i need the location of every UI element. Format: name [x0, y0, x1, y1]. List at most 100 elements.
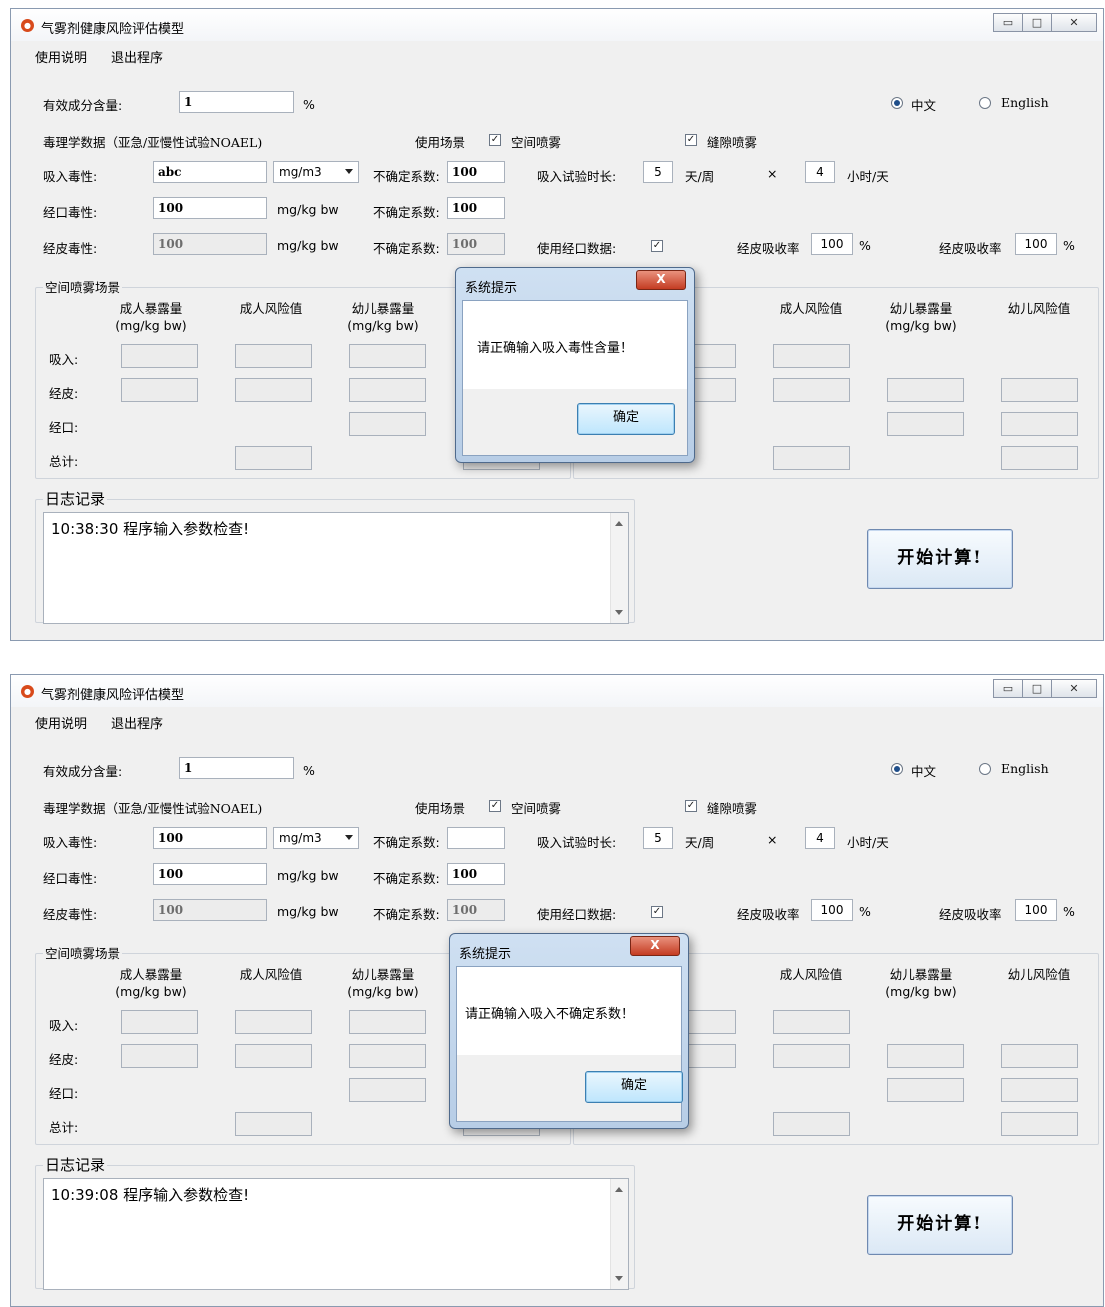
- log-textarea[interactable]: 10:39:08 程序输入参数检查!: [43, 1178, 629, 1290]
- oral-tox-label: 经口毒性:: [43, 871, 98, 886]
- space-spray-checkbox[interactable]: ✓: [489, 134, 501, 146]
- use-oral-checkbox[interactable]: ✓: [651, 240, 663, 252]
- minimize-button[interactable]: ▭: [993, 679, 1023, 698]
- dermal-uf-input[interactable]: 100: [447, 233, 505, 255]
- dermal-uf-input[interactable]: 100: [447, 899, 505, 921]
- result-cell: [1001, 446, 1078, 470]
- lang-cn-label: 中文: [911, 98, 937, 113]
- space-spray-group-title: 空间喷雾场景: [43, 277, 123, 296]
- absorb-label-1: 经皮吸收率: [737, 907, 800, 922]
- result-cell: [235, 446, 312, 470]
- result-cell: [349, 378, 426, 402]
- scroll-up-icon[interactable]: [615, 521, 623, 526]
- menu-help[interactable]: 使用说明: [35, 713, 87, 732]
- duration-label: 吸入试验时长:: [537, 169, 617, 184]
- menu-help[interactable]: 使用说明: [35, 47, 87, 66]
- inhal-uf-label: 不确定系数:: [373, 169, 440, 184]
- use-oral-checkbox[interactable]: ✓: [651, 906, 663, 918]
- dermal-tox-input[interactable]: 100: [153, 233, 267, 255]
- col-child-exposure-2: 幼儿暴露量 (mg/kg bw): [879, 966, 963, 1000]
- lang-cn-radio[interactable]: [891, 97, 903, 109]
- result-cell: [887, 1078, 964, 1102]
- absorb-input-1[interactable]: 100: [811, 899, 853, 921]
- chevron-down-icon: [345, 169, 353, 174]
- col-child-exposure-title: 幼儿暴露量: [351, 301, 415, 316]
- lang-en-radio[interactable]: [979, 763, 991, 775]
- maximize-button[interactable]: □: [1022, 679, 1052, 698]
- result-cell: [349, 1078, 426, 1102]
- dialog-ok-button[interactable]: 确定: [577, 403, 675, 435]
- inhal-uf-input[interactable]: 100: [447, 161, 505, 183]
- crack-spray-checkbox[interactable]: ✓: [685, 134, 697, 146]
- dermal-uf-label: 不确定系数:: [373, 907, 440, 922]
- lang-en-label: English: [1001, 761, 1049, 776]
- inhal-uf-input[interactable]: [447, 827, 505, 849]
- oral-uf-label: 不确定系数:: [373, 871, 440, 886]
- col-adult-exposure-unit: (mg/kg bw): [115, 318, 187, 333]
- result-cell: [235, 1010, 312, 1034]
- log-title: 日志记录: [43, 488, 108, 509]
- hours-input[interactable]: 4: [805, 161, 835, 183]
- dermal-tox-input[interactable]: 100: [153, 899, 267, 921]
- inhal-unit-select[interactable]: mg/m3: [273, 161, 359, 183]
- menu-exit[interactable]: 退出程序: [111, 47, 163, 66]
- inhal-tox-input[interactable]: abc: [153, 161, 267, 183]
- result-cell: [773, 1044, 850, 1068]
- inhal-tox-input[interactable]: 100: [153, 827, 267, 849]
- close-window-button[interactable]: ✕: [1051, 13, 1097, 32]
- menu-bar: 使用说明 退出程序: [11, 709, 1103, 733]
- days-input[interactable]: 5: [643, 827, 673, 849]
- oral-uf-input[interactable]: 100: [447, 197, 505, 219]
- scene-label: 使用场景: [415, 801, 466, 816]
- dialog-ok-button[interactable]: 确定: [585, 1071, 683, 1103]
- log-scrollbar[interactable]: [610, 1179, 628, 1289]
- active-content-label: 有效成分含量:: [43, 98, 123, 113]
- row-oral-label: 经口:: [49, 420, 79, 435]
- minimize-button[interactable]: ▭: [993, 13, 1023, 32]
- percent-label: %: [303, 97, 315, 112]
- lang-cn-radio[interactable]: [891, 763, 903, 775]
- scroll-up-icon[interactable]: [615, 1187, 623, 1192]
- close-window-button[interactable]: ✕: [1051, 679, 1097, 698]
- menu-exit[interactable]: 退出程序: [111, 713, 163, 732]
- active-content-input[interactable]: 1: [179, 91, 294, 113]
- log-scrollbar[interactable]: [610, 513, 628, 623]
- inhal-uf-label: 不确定系数:: [373, 835, 440, 850]
- times-sign: ×: [767, 166, 778, 181]
- col-adult-risk-2: 成人风险值: [779, 967, 843, 982]
- log-textarea[interactable]: 10:38:30 程序输入参数检查!: [43, 512, 629, 624]
- row-dermal-label: 经皮:: [49, 386, 79, 401]
- result-cell: [349, 1010, 426, 1034]
- dialog-footer: 确定: [457, 1055, 683, 1121]
- col-adult-exposure: 成人暴露量 (mg/kg bw): [111, 300, 191, 334]
- start-calc-button[interactable]: 开始计算!: [867, 529, 1013, 589]
- start-calc-button[interactable]: 开始计算!: [867, 1195, 1013, 1255]
- absorb-percent-1: %: [859, 904, 871, 919]
- hours-input[interactable]: 4: [805, 827, 835, 849]
- days-input[interactable]: 5: [643, 161, 673, 183]
- oral-tox-input[interactable]: 100: [153, 863, 267, 885]
- oral-uf-input[interactable]: 100: [447, 863, 505, 885]
- percent-label: %: [303, 763, 315, 778]
- oral-tox-input[interactable]: 100: [153, 197, 267, 219]
- window-title: 气雾剂健康风险评估模型: [41, 688, 185, 703]
- absorb-input-2[interactable]: 100: [1015, 233, 1057, 255]
- dialog-close-button[interactable]: X: [630, 936, 680, 956]
- space-spray-label: 空间喷雾: [511, 801, 562, 816]
- dialog-close-button[interactable]: X: [636, 270, 686, 290]
- lang-en-radio[interactable]: [979, 97, 991, 109]
- maximize-button[interactable]: □: [1022, 13, 1052, 32]
- scroll-down-icon[interactable]: [615, 1276, 623, 1281]
- row-total-label: 总计:: [49, 1120, 79, 1135]
- col-child-exposure: 幼儿暴露量 (mg/kg bw): [341, 300, 425, 334]
- col-child-exposure-2: 幼儿暴露量 (mg/kg bw): [879, 300, 963, 334]
- crack-spray-checkbox[interactable]: ✓: [685, 800, 697, 812]
- inhal-unit-select[interactable]: mg/m3: [273, 827, 359, 849]
- active-content-input[interactable]: 1: [179, 757, 294, 779]
- scroll-down-icon[interactable]: [615, 610, 623, 615]
- col-child-exposure-unit: (mg/kg bw): [347, 318, 419, 333]
- app-window-1: ● 气雾剂健康风险评估模型 ▭ □ ✕ 使用说明 退出程序 有效成分含量: 1 …: [10, 8, 1104, 641]
- space-spray-checkbox[interactable]: ✓: [489, 800, 501, 812]
- absorb-input-1[interactable]: 100: [811, 233, 853, 255]
- absorb-input-2[interactable]: 100: [1015, 899, 1057, 921]
